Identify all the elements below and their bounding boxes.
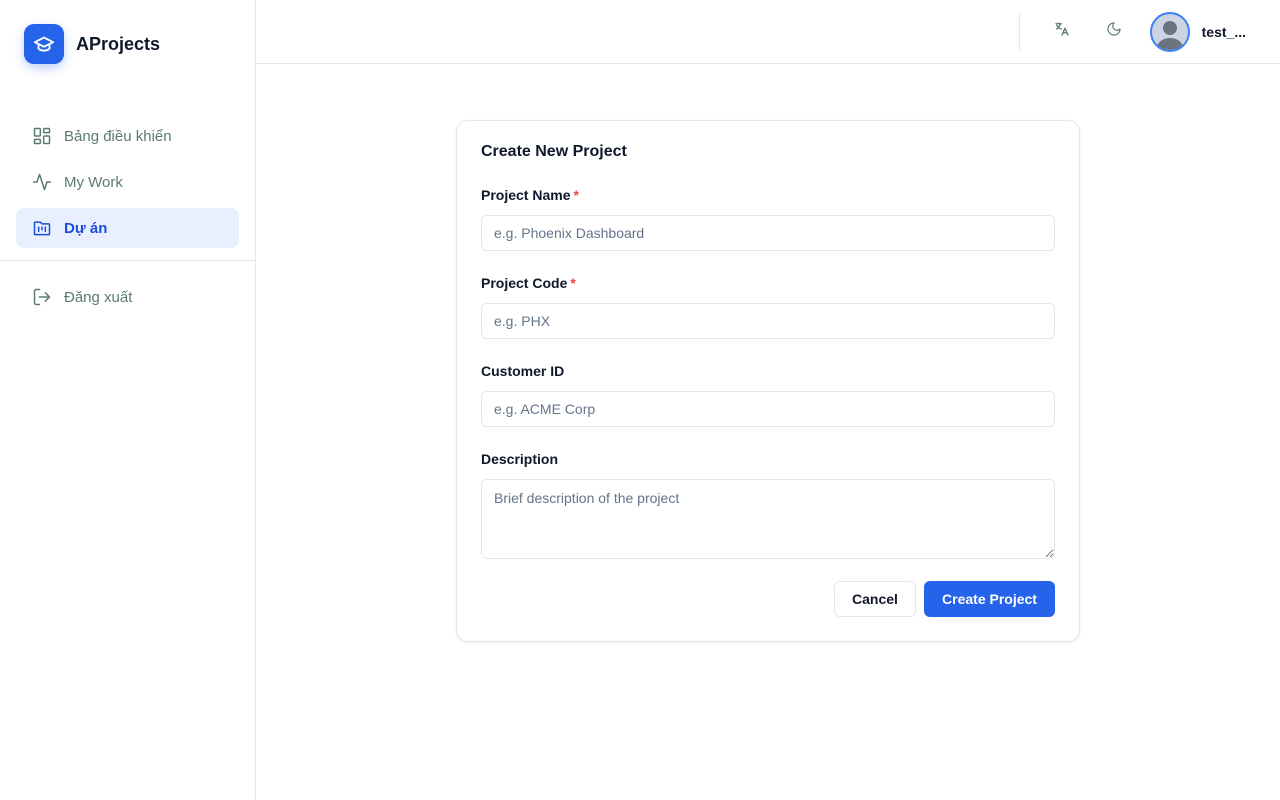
form-actions: Cancel Create Project	[834, 581, 1055, 617]
brand[interactable]: AProjects	[0, 0, 255, 64]
activity-icon	[32, 172, 52, 192]
required-mark: *	[573, 187, 579, 203]
description-label: Description	[481, 451, 559, 467]
topbar-divider	[1018, 11, 1020, 52]
create-project-form: Create New Project Project Name* Project…	[456, 120, 1080, 642]
theme-toggle-button[interactable]	[1094, 12, 1134, 52]
sidebar-item-label: Dự án	[64, 219, 108, 237]
app-root: AProjects Bảng điều khiển My Work Dự án …	[0, 0, 1280, 800]
project-code-input[interactable]	[481, 303, 1055, 339]
cancel-button[interactable]: Cancel	[834, 581, 916, 617]
sidebar-nav: Bảng điều khiển My Work Dự án	[0, 64, 255, 248]
project-name-field: Project Name *	[481, 187, 1055, 251]
project-name-input[interactable]	[481, 215, 1055, 251]
user-silhouette-icon	[1155, 20, 1184, 50]
description-field: Description	[481, 451, 1055, 564]
main-area: test_... Create New Project Project Name…	[256, 0, 1280, 800]
sidebar-item-my-work[interactable]: My Work	[16, 162, 239, 202]
sidebar: AProjects Bảng điều khiển My Work Dự án …	[0, 0, 256, 800]
sidebar-item-label: My Work	[64, 173, 123, 191]
language-button[interactable]	[1042, 12, 1082, 52]
logout-label: Đăng xuất	[64, 288, 133, 306]
customer-id-input[interactable]	[481, 391, 1055, 427]
project-code-label-text: Project Code	[481, 275, 568, 291]
project-code-label: Project Code *	[481, 275, 1055, 293]
sidebar-bottom: Đăng xuất	[0, 277, 255, 317]
customer-id-label: Customer ID	[481, 363, 565, 379]
graduation-cap-icon	[24, 24, 64, 64]
project-name-label-text: Project Name	[481, 187, 571, 203]
required-mark: *	[570, 275, 576, 291]
username: test_...	[1201, 23, 1246, 40]
logout-button[interactable]: Đăng xuất	[16, 277, 239, 317]
translate-icon	[1053, 20, 1071, 43]
avatar	[1149, 11, 1190, 52]
description-textarea[interactable]	[481, 479, 1055, 559]
sidebar-item-dashboard[interactable]: Bảng điều khiển	[16, 116, 239, 156]
brand-name: AProjects	[76, 33, 161, 54]
logout-icon	[32, 287, 52, 307]
create-project-button[interactable]: Create Project	[924, 581, 1055, 617]
dashboard-grid-icon	[32, 126, 52, 146]
sidebar-item-projects[interactable]: Dự án	[16, 208, 239, 248]
form-title: Create New Project	[481, 143, 627, 160]
moon-icon	[1106, 21, 1122, 42]
customer-id-field: Customer ID	[481, 363, 1055, 427]
project-code-field: Project Code *	[481, 275, 1055, 339]
kanban-folder-icon	[32, 218, 52, 238]
sidebar-divider	[0, 260, 255, 261]
page-content: Create New Project Project Name* Project…	[256, 64, 1280, 800]
sidebar-item-label: Bảng điều khiển	[64, 127, 172, 145]
user-menu[interactable]: test_...	[1149, 11, 1246, 52]
project-name-label: Project Name *	[481, 187, 1055, 205]
top-bar: test_...	[256, 0, 1280, 64]
